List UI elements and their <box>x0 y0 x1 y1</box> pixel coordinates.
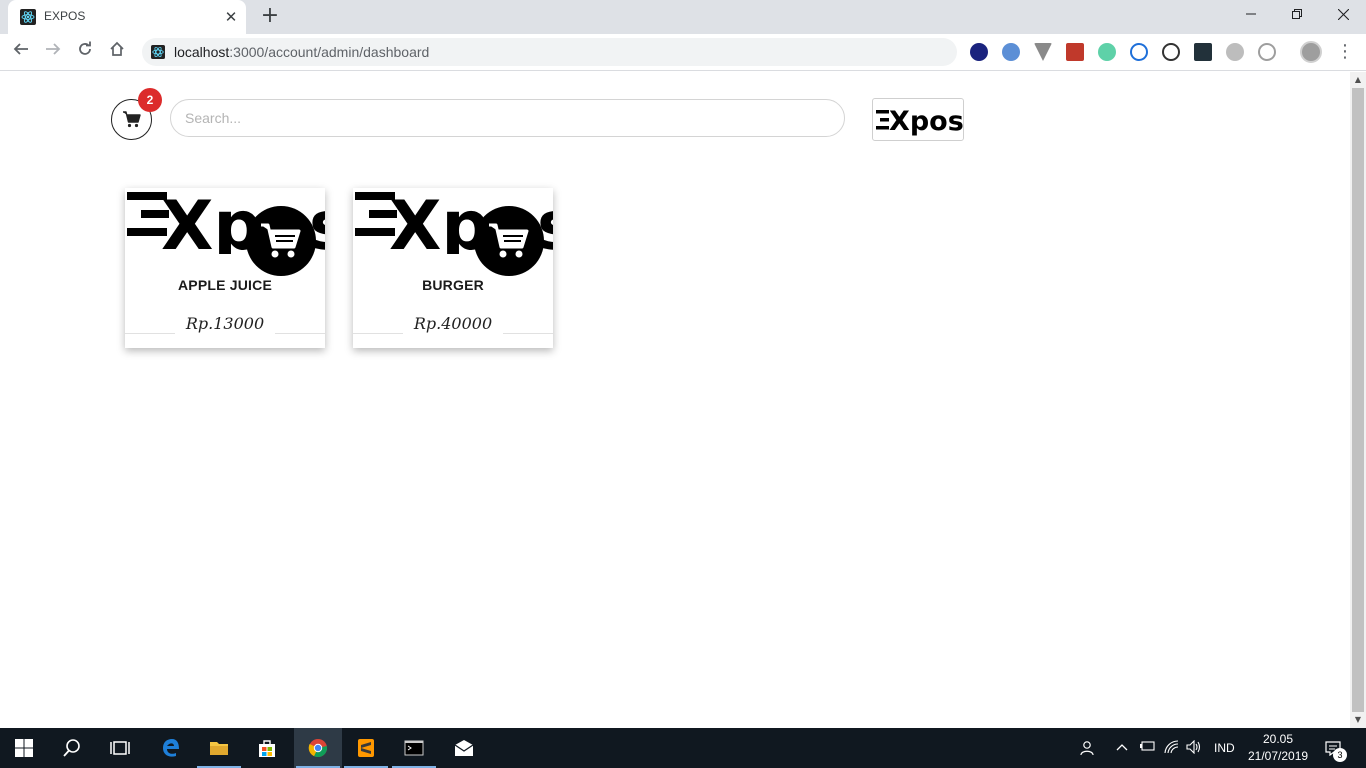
people-icon[interactable] <box>1078 740 1094 756</box>
extension-cursor-icon[interactable] <box>1194 43 1212 61</box>
reload-icon <box>79 41 91 55</box>
restore-icon <box>1292 9 1302 19</box>
battery-icon[interactable] <box>1139 740 1155 756</box>
notification-count-badge: 3 <box>1333 748 1347 762</box>
wifi-glyph-icon <box>1164 740 1179 754</box>
divider <box>125 333 175 334</box>
taskbar-terminal[interactable] <box>390 728 438 768</box>
product-name: APPLE JUICE <box>178 277 272 293</box>
windows-taskbar: IND 20.05 21/07/2019 <box>0 728 1366 768</box>
taskbar-mail[interactable] <box>440 728 488 768</box>
divider <box>353 333 403 334</box>
battery-glyph-icon <box>1140 741 1155 751</box>
minimize-icon <box>1246 13 1256 15</box>
react-site-icon <box>151 45 165 59</box>
speaker-icon <box>1186 739 1201 755</box>
browser-toolbar: localhost:3000/account/admin/dashboard ⋮ <box>0 34 1366 71</box>
extension-red-icon[interactable] <box>1066 43 1084 61</box>
new-tab-button[interactable]: + <box>258 5 282 29</box>
extension-a-icon[interactable] <box>1162 43 1180 61</box>
input-language[interactable]: IND <box>1214 741 1235 755</box>
show-hidden-icons-chevron-icon[interactable] <box>1114 740 1130 756</box>
browser-tabstrip: EXPOS ✕ + <box>0 0 1366 34</box>
product-price: Rp.13000 <box>185 314 265 333</box>
cart-count-badge: 2 <box>138 88 162 112</box>
shopping-cart-icon <box>261 223 301 258</box>
scrollbar-thumb[interactable] <box>1352 88 1364 712</box>
brand-logo-text: Xpos <box>889 106 964 137</box>
extension-compass-icon[interactable] <box>1002 43 1020 61</box>
window-restore-button[interactable] <box>1274 0 1320 30</box>
extension-gray-icon[interactable] <box>1226 43 1244 61</box>
extension-link-icon[interactable] <box>1258 43 1276 61</box>
volume-icon[interactable] <box>1186 739 1202 756</box>
taskbar-file-explorer[interactable] <box>195 728 243 768</box>
extension-vue-icon[interactable] <box>1034 43 1052 61</box>
taskbar-edge[interactable] <box>147 728 195 768</box>
divider <box>503 333 553 334</box>
taskbar-chrome[interactable] <box>294 728 342 768</box>
taskbar-store[interactable] <box>243 728 291 768</box>
terminal-icon <box>404 740 424 756</box>
add-to-cart-button[interactable] <box>246 206 316 276</box>
close-icon <box>1337 8 1349 21</box>
sublime-text-icon <box>358 739 374 757</box>
home-button[interactable] <box>104 39 130 65</box>
back-button[interactable] <box>8 39 34 65</box>
brand-logo[interactable]: Xpos <box>872 98 964 141</box>
chrome-icon <box>308 739 328 758</box>
react-favicon-icon <box>20 9 36 25</box>
shopping-cart-icon <box>123 111 141 128</box>
page-viewport: 2 Xpos Xpos APPLE JUICE <box>0 72 1350 728</box>
mail-icon <box>454 740 474 756</box>
window-close-button[interactable] <box>1320 0 1366 30</box>
url-text: localhost:3000/account/admin/dashboard <box>174 44 429 60</box>
scroll-down-arrow-icon[interactable]: ▼ <box>1350 712 1366 728</box>
url-host: localhost <box>174 44 230 60</box>
scroll-up-arrow-icon[interactable]: ▲ <box>1350 72 1366 88</box>
extension-download-icon[interactable] <box>970 43 988 61</box>
task-view-icon <box>110 741 130 755</box>
extension-angular-icon[interactable] <box>1130 43 1148 61</box>
people-glyph-icon <box>1080 741 1094 756</box>
divider <box>275 333 325 334</box>
profile-avatar[interactable] <box>1300 41 1322 63</box>
edge-icon <box>163 739 179 757</box>
product-card[interactable]: Xpos BURGER Rp.40000 <box>353 188 553 348</box>
clock-date[interactable]: 21/07/2019 <box>1248 749 1308 763</box>
browser-tab[interactable]: EXPOS ✕ <box>8 0 246 34</box>
search-input[interactable] <box>170 99 845 137</box>
folder-icon <box>210 742 228 755</box>
add-to-cart-button[interactable] <box>474 206 544 276</box>
store-icon <box>259 740 275 757</box>
reload-button[interactable] <box>72 39 98 65</box>
arrow-left-icon <box>13 43 28 55</box>
taskbar-sublime[interactable] <box>342 728 390 768</box>
wifi-icon[interactable] <box>1164 740 1180 756</box>
vertical-scrollbar[interactable]: ▲ ▼ <box>1350 72 1366 728</box>
expos-logo: Xpos <box>876 106 964 137</box>
chevron-up-icon <box>1116 744 1128 751</box>
tab-title: EXPOS <box>44 9 86 23</box>
search-icon <box>63 739 80 757</box>
forward-button[interactable] <box>40 39 66 65</box>
home-icon <box>110 41 124 56</box>
product-name: BURGER <box>422 277 484 293</box>
product-price: Rp.40000 <box>413 314 493 333</box>
start-button[interactable] <box>0 728 48 768</box>
url-path: :3000/account/admin/dashboard <box>229 44 430 60</box>
product-card[interactable]: Xpos APPLE JUICE Rp.13000 <box>125 188 325 348</box>
shopping-cart-icon <box>489 223 529 258</box>
task-view-button[interactable] <box>96 728 144 768</box>
address-bar[interactable]: localhost:3000/account/admin/dashboard <box>142 38 957 66</box>
windows-logo-icon <box>15 739 33 757</box>
clock-time[interactable]: 20.05 <box>1263 732 1293 746</box>
tab-close-icon[interactable]: ✕ <box>222 8 240 26</box>
arrow-right-icon <box>46 43 61 55</box>
extension-green-icon[interactable] <box>1098 43 1116 61</box>
search-button[interactable] <box>48 728 96 768</box>
window-minimize-button[interactable] <box>1228 0 1274 30</box>
browser-menu-icon[interactable]: ⋮ <box>1336 39 1354 65</box>
